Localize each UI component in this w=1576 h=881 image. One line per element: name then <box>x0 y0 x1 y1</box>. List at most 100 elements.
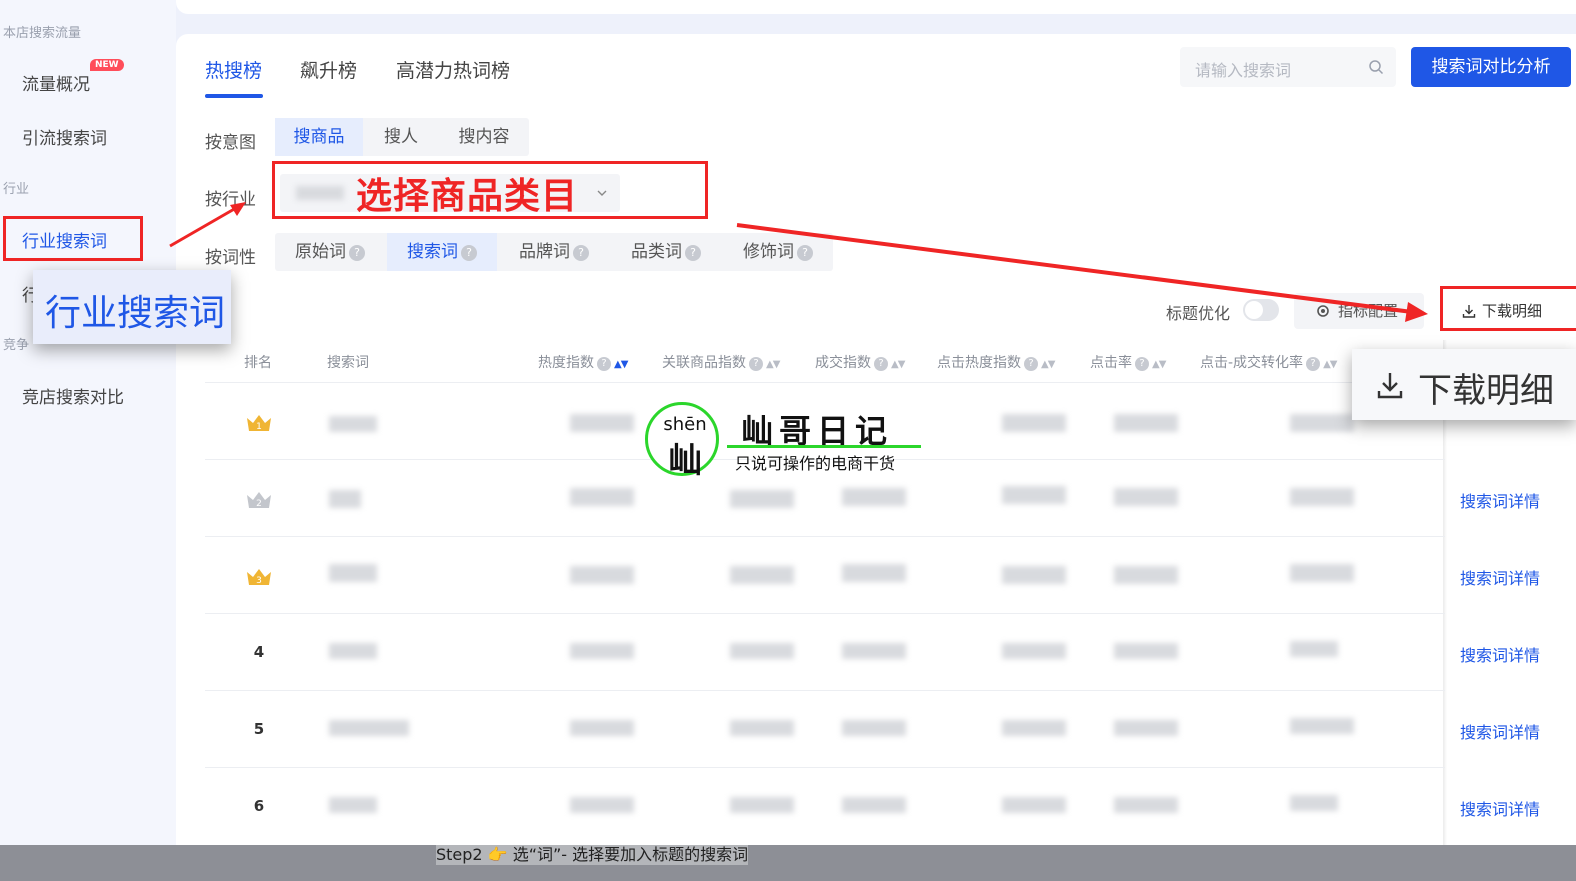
highlight-download <box>1440 286 1576 331</box>
property-option-original-label: 原始词 <box>295 242 346 262</box>
blurred-word <box>329 797 377 813</box>
property-option-search[interactable]: 搜索词? <box>387 233 497 271</box>
search-input[interactable]: 请输入搜索词 <box>1180 47 1396 87</box>
th-click-heat-index[interactable]: 点击热度指数? ▲▼ <box>937 352 1055 372</box>
sidebar-item-traffic-words[interactable]: 引流搜索词 <box>22 124 107 149</box>
help-icon[interactable]: ? <box>749 357 763 371</box>
tab-high-potential[interactable]: 高潜力热词榜 <box>396 56 510 83</box>
intent-option-people[interactable]: 搜人 <box>363 118 439 156</box>
th-heat-index-label: 热度指数 <box>538 355 594 371</box>
help-icon[interactable]: ? <box>685 245 701 261</box>
th-rank: 排名 <box>244 355 272 371</box>
help-icon[interactable]: ? <box>461 245 477 261</box>
crown-bronze-icon: 3 <box>247 569 271 586</box>
watermark-logo: shēn 屾 屾哥日记 只说可操作的电商干货 <box>645 402 935 481</box>
download-zoom-label: 下载明细 <box>1418 371 1554 411</box>
intent-label: 按意图 <box>205 133 256 153</box>
watermark-underline <box>727 445 921 448</box>
th-related-goods-label: 关联商品指数 <box>662 355 746 371</box>
blurred-value <box>842 488 906 506</box>
search-word-detail-link[interactable]: 搜索词详情 <box>1460 565 1540 589</box>
blurred-value <box>1114 414 1178 432</box>
sidebar-item-compete-compare[interactable]: 竞店搜索对比 <box>22 383 124 408</box>
search-word-detail-link[interactable]: 搜索词详情 <box>1460 642 1540 666</box>
sort-icon[interactable]: ▲▼ <box>766 359 780 370</box>
help-icon[interactable]: ? <box>874 357 888 371</box>
sidebar: 本店搜索流量 流量概况 NEW 引流搜索词 行业 行业搜索词 行 竞争 竞店搜索… <box>0 0 176 845</box>
search-word-detail-link[interactable]: 搜索词详情 <box>1460 796 1540 820</box>
help-icon[interactable]: ? <box>1135 357 1149 371</box>
top-strip <box>176 0 1576 14</box>
help-icon[interactable]: ? <box>573 245 589 261</box>
sort-icon[interactable]: ▲▼ <box>1041 359 1055 370</box>
annotation-select-category: 选择商品类目 <box>356 176 579 217</box>
th-conversion-rate[interactable]: 点击-成交转化率? ▲▼ <box>1200 352 1337 372</box>
blurred-value <box>730 720 794 736</box>
help-icon[interactable]: ? <box>597 357 611 371</box>
property-segment-group: 原始词? 搜索词? 品牌词? 品类词? 修饰词? <box>275 233 833 271</box>
th-deal-index[interactable]: 成交指数? ▲▼ <box>815 352 905 372</box>
blurred-value <box>1114 797 1178 813</box>
intent-segment-group: 搜商品 搜人 搜内容 <box>275 118 529 156</box>
th-click-rate[interactable]: 点击率? ▲▼ <box>1090 352 1166 372</box>
industry-label: 按行业 <box>205 190 256 210</box>
search-word-detail-link[interactable]: 搜索词详情 <box>1460 488 1540 512</box>
th-heat-index[interactable]: 热度指数? ▲▼ <box>538 352 628 372</box>
help-icon[interactable]: ? <box>1306 357 1321 371</box>
sidebar-item-overview[interactable]: 流量概况 <box>22 70 90 95</box>
blurred-value <box>1114 488 1178 506</box>
crown-silver-icon: 2 <box>247 492 271 509</box>
property-option-modifier-label: 修饰词 <box>743 242 794 262</box>
sort-icon[interactable]: ▲▼ <box>1152 359 1166 370</box>
blurred-value <box>570 720 634 736</box>
blurred-value <box>1290 795 1338 811</box>
download-icon <box>1377 373 1403 399</box>
compare-analysis-button[interactable]: 搜索词对比分析 <box>1411 47 1571 87</box>
property-option-brand[interactable]: 品牌词? <box>499 233 609 271</box>
sidebar-section-compete: 竞争 <box>3 338 30 353</box>
blurred-value <box>730 643 794 659</box>
th-deal-index-label: 成交指数 <box>815 355 871 371</box>
search-word-detail-link[interactable]: 搜索词详情 <box>1460 719 1540 743</box>
blurred-word <box>329 416 377 432</box>
sort-icon[interactable]: ▲▼ <box>614 359 628 370</box>
svg-text:1: 1 <box>256 422 262 432</box>
active-tab-indicator <box>205 94 263 98</box>
blurred-value <box>842 797 906 813</box>
metric-config-button[interactable]: 指标配置 <box>1294 293 1424 329</box>
property-option-category[interactable]: 品类词? <box>611 233 721 271</box>
blurred-value <box>1290 564 1354 582</box>
highlight-industry-words <box>3 216 143 261</box>
watermark-pinyin: shēn <box>663 414 707 435</box>
intent-option-content[interactable]: 搜内容 <box>439 118 529 156</box>
title-optimize-label: 标题优化 <box>1166 304 1231 323</box>
sidebar-section-store-search: 本店搜索流量 <box>3 26 82 41</box>
sort-icon[interactable]: ▲▼ <box>891 359 905 370</box>
search-icon[interactable] <box>1368 59 1384 75</box>
sidebar-section-industry: 行业 <box>3 182 30 197</box>
step-caption: Step2 👉 选“词”- 选择要加入标题的搜索词 <box>436 841 749 865</box>
tab-hot-search[interactable]: 热搜榜 <box>205 56 262 83</box>
title-optimize-toggle[interactable] <box>1243 299 1279 321</box>
tab-rising[interactable]: 飙升榜 <box>300 56 357 83</box>
toggle-knob <box>1245 301 1263 319</box>
property-option-search-label: 搜索词 <box>407 242 458 262</box>
blurred-value <box>1114 643 1178 659</box>
blurred-value <box>570 643 634 659</box>
new-badge: NEW <box>90 59 124 71</box>
property-option-original[interactable]: 原始词? <box>275 233 385 271</box>
help-icon[interactable]: ? <box>349 245 365 261</box>
intent-option-goods[interactable]: 搜商品 <box>275 118 363 156</box>
sort-icon[interactable]: ▲▼ <box>1323 359 1337 370</box>
download-zoom-callout: 下载明细 <box>1352 349 1576 420</box>
blurred-value <box>1290 414 1354 432</box>
property-option-category-label: 品类词 <box>631 242 682 262</box>
blurred-value <box>1002 720 1066 736</box>
blurred-value <box>730 566 794 584</box>
help-icon[interactable]: ? <box>797 245 813 261</box>
help-icon[interactable]: ? <box>1024 357 1038 371</box>
blurred-value <box>1290 641 1338 657</box>
blurred-value <box>1002 643 1066 659</box>
property-option-modifier[interactable]: 修饰词? <box>723 233 833 271</box>
th-related-goods-index[interactable]: 关联商品指数? ▲▼ <box>662 352 780 372</box>
